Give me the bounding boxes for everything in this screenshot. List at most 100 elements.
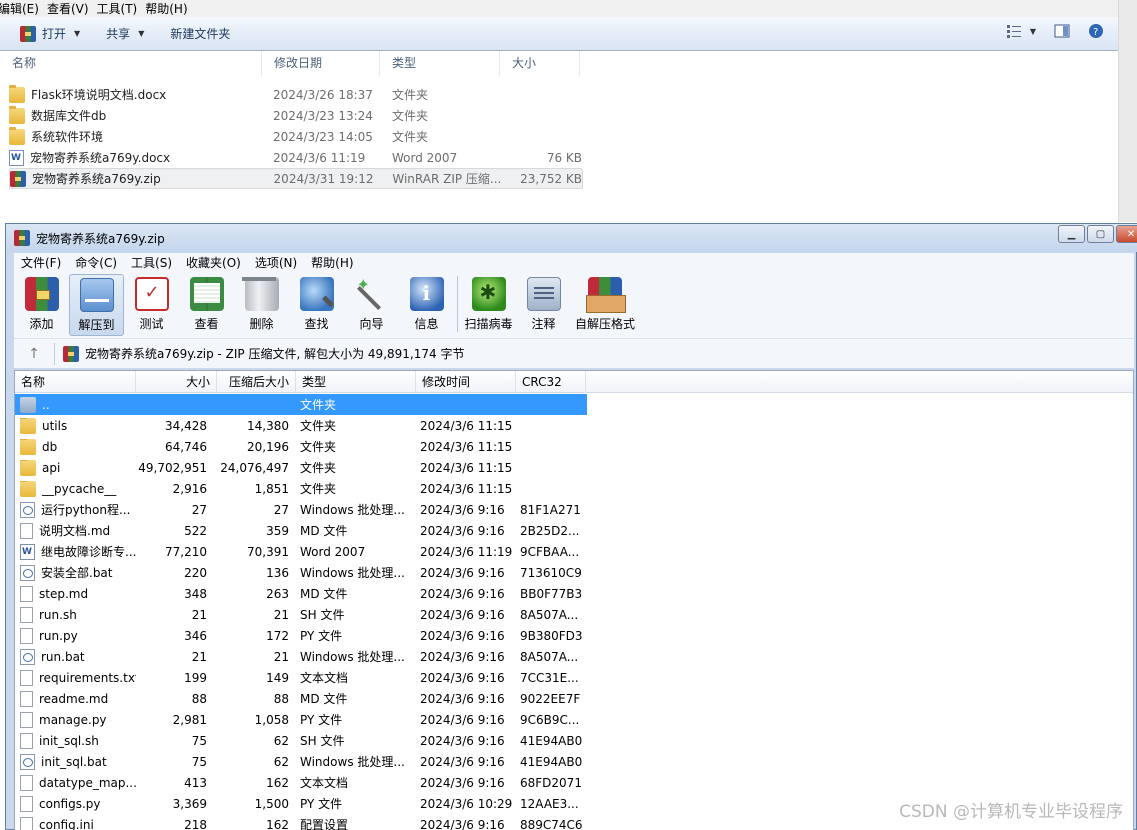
archive-row[interactable]: 安装全部.bat 220 136 Windows 批处理... 2024/3/6 9:1… — [15, 562, 587, 583]
menu-help[interactable]: 帮助(H) — [304, 254, 360, 271]
menu-favorites[interactable]: 收藏夹(O) — [179, 254, 248, 271]
archive-item-type: 文本文档 — [300, 671, 349, 685]
column-name[interactable]: 名称 — [15, 371, 136, 393]
menu-view[interactable]: 查看(V) — [47, 0, 97, 17]
archive-row[interactable]: utils 34,428 14,380 文件夹 2024/3/6 11:15 — [15, 415, 587, 436]
comment-button[interactable]: 注释 — [516, 274, 571, 336]
archive-item-crc: 889C74C6 — [520, 817, 583, 830]
archive-row[interactable]: manage.py 2,981 1,058 PY 文件 2024/3/6 9:16 9C6… — [15, 709, 587, 730]
archive-row[interactable]: run.sh 21 21 SH 文件 2024/3/6 9:16 8A507A... — [15, 604, 587, 625]
archive-row[interactable]: 运行python程... 27 27 Windows 批处理... 2024/3/6 9… — [15, 499, 587, 520]
file-row[interactable]: Flask环境说明文档.docx 2024/3/26 18:37 文件夹 — [9, 84, 583, 105]
menu-edit[interactable]: 编辑(E) — [0, 0, 47, 17]
archive-item-type: PY 文件 — [300, 629, 343, 643]
close-icon: ✕ — [1126, 228, 1136, 240]
archive-row[interactable]: run.py 346 172 PY 文件 2024/3/6 9:16 9B380FD3 — [15, 625, 587, 646]
minimize-button[interactable]: ▁ — [1058, 225, 1085, 243]
column-size[interactable]: 大小 — [136, 371, 217, 393]
folder-icon — [9, 105, 25, 124]
wizard-button[interactable]: 向导 — [344, 274, 399, 336]
help-icon[interactable]: ? — [1088, 23, 1104, 39]
archive-row[interactable]: __pycache__ 2,916 1,851 文件夹 2024/3/6 11:15 — [15, 478, 587, 499]
archive-item-type: PY 文件 — [300, 713, 343, 727]
preview-pane-icon[interactable] — [1054, 23, 1070, 39]
delete-label: 删除 — [249, 317, 274, 331]
file-row-selected[interactable]: 宠物寄养系统a769y.zip 2024/3/31 19:12 WinRAR Z… — [9, 168, 583, 189]
file-name: 数据库文件db — [31, 109, 107, 123]
file-type: WinRAR ZIP 压缩... — [392, 172, 502, 186]
maximize-button[interactable]: ▢ — [1087, 225, 1114, 243]
file-date: 2024/3/6 11:19 — [273, 150, 366, 165]
archive-item-modified: 2024/3/6 9:16 — [420, 775, 505, 790]
archive-item-size: 27 — [191, 502, 207, 517]
new-folder-button[interactable]: 新建文件夹 — [162, 22, 238, 46]
winrar-menubar: 文件(F) 命令(C) 工具(S) 收藏夹(O) 选项(N) 帮助(H) — [14, 253, 1134, 272]
archive-row[interactable]: requirements.txt 199 149 文本文档 2024/3/6 9:16 7… — [15, 667, 587, 688]
test-button[interactable]: 测试 — [124, 274, 179, 336]
archive-row[interactable]: 继电故障诊断专... 77,210 70,391 Word 2007 2024/3/6 … — [15, 541, 587, 562]
archive-row[interactable]: datatype_map.... 413 162 文本文档 2024/3/6 9:16 6… — [15, 772, 587, 793]
archive-item-packed: 27 — [273, 502, 289, 517]
delete-button[interactable]: 删除 — [234, 274, 289, 336]
test-label: 测试 — [139, 317, 164, 331]
file-type: 文件夹 — [392, 130, 429, 144]
view-button[interactable]: 查看 — [179, 274, 234, 336]
window-title: 宠物寄养系统a769y.zip — [36, 231, 165, 246]
archive-item-packed: 149 — [266, 670, 289, 685]
menu-file[interactable]: 文件(F) — [14, 254, 68, 271]
find-button[interactable]: 查找 — [289, 274, 344, 336]
share-button[interactable]: 共享 ▼ — [98, 22, 152, 46]
comment-icon — [526, 277, 561, 311]
archive-row[interactable]: configs.py 3,369 1,500 PY 文件 2024/3/6 10:29 1… — [15, 793, 587, 814]
archive-row[interactable]: config.ini 218 162 配置设置 2024/3/6 9:16 889C74C… — [15, 814, 587, 830]
winrar-zip-icon — [10, 170, 26, 187]
extract-to-button[interactable]: 解压到 — [69, 274, 124, 336]
archive-item-packed: 1,058 — [254, 712, 289, 727]
archive-row[interactable]: init_sql.sh 75 62 SH 文件 2024/3/6 9:16 41E94AB… — [15, 730, 587, 751]
column-packed[interactable]: 压缩后大小 — [217, 371, 296, 393]
menu-tools[interactable]: 工具(S) — [124, 254, 179, 271]
menu-help[interactable]: 帮助(H) — [145, 0, 195, 17]
up-one-level-button[interactable]: ↑ — [14, 346, 54, 362]
file-row[interactable]: 数据库文件db 2024/3/23 13:24 文件夹 — [9, 105, 583, 126]
column-modified[interactable]: 修改时间 — [416, 371, 516, 393]
archive-row[interactable]: run.bat 21 21 Windows 批处理... 2024/3/6 9:16 8A… — [15, 646, 587, 667]
file-row[interactable]: 系统软件环境 2024/3/23 14:05 文件夹 — [9, 126, 583, 147]
archive-item-type: 文件夹 — [300, 461, 337, 475]
menu-commands[interactable]: 命令(C) — [68, 254, 124, 271]
archive-row[interactable]: readme.md 88 88 MD 文件 2024/3/6 9:16 9022EE7F — [15, 688, 587, 709]
archive-row[interactable]: db 64,746 20,196 文件夹 2024/3/6 11:15 — [15, 436, 587, 457]
column-date[interactable]: 修改日期 — [262, 51, 380, 76]
menu-options[interactable]: 选项(N) — [248, 254, 304, 271]
open-button[interactable]: 打开 ▼ — [12, 22, 88, 46]
archive-item-modified: 2024/3/6 11:15 — [420, 439, 513, 454]
scan-virus-button[interactable]: 扫描病毒 — [461, 274, 516, 336]
archive-item-type: Windows 批处理... — [300, 650, 405, 664]
archive-item-modified: 2024/3/6 9:16 — [420, 586, 505, 601]
views-button[interactable]: ▼ — [1006, 23, 1036, 39]
column-name-label: 名称 — [21, 375, 46, 389]
winrar-title-bar[interactable]: 宠物寄养系统a769y.zip ▁ ▢ ✕ — [6, 224, 1137, 252]
share-label: 共享 — [106, 27, 131, 41]
archive-row-selected[interactable]: .. 文件夹 — [15, 394, 587, 415]
window-controls: ▁ ▢ ✕ — [1056, 225, 1137, 243]
archive-row[interactable]: 说明文档.md 522 359 MD 文件 2024/3/6 9:16 2B25D2... — [15, 520, 587, 541]
file-row[interactable]: 宠物寄养系统a769y.docx 2024/3/6 11:19 Word 200… — [9, 147, 583, 168]
info-button[interactable]: 信息 — [399, 274, 454, 336]
archive-item-packed: 162 — [266, 817, 289, 830]
column-type[interactable]: 类型 — [380, 51, 500, 76]
archive-row[interactable]: step.md 348 263 MD 文件 2024/3/6 9:16 BB0F77B3 — [15, 583, 587, 604]
column-size[interactable]: 大小 — [500, 51, 580, 76]
explorer-column-headers: 名称 修改日期 类型 大小 — [0, 51, 1118, 76]
close-button[interactable]: ✕ — [1116, 225, 1137, 243]
add-button[interactable]: 添加 — [14, 274, 69, 336]
explorer-scrollbar[interactable] — [1118, 0, 1137, 222]
archive-item-packed: 24,076,497 — [220, 460, 289, 475]
column-name[interactable]: 名称 — [0, 51, 262, 76]
archive-row[interactable]: init_sql.bat 75 62 Windows 批处理... 2024/3/6 9… — [15, 751, 587, 772]
menu-tools[interactable]: 工具(T) — [97, 0, 146, 17]
sfx-button[interactable]: 自解压格式 — [571, 274, 639, 336]
column-type[interactable]: 类型 — [296, 371, 416, 393]
archive-row[interactable]: api 49,702,951 24,076,497 文件夹 2024/3/6 11:15 — [15, 457, 587, 478]
column-crc32[interactable]: CRC32 — [516, 371, 586, 393]
